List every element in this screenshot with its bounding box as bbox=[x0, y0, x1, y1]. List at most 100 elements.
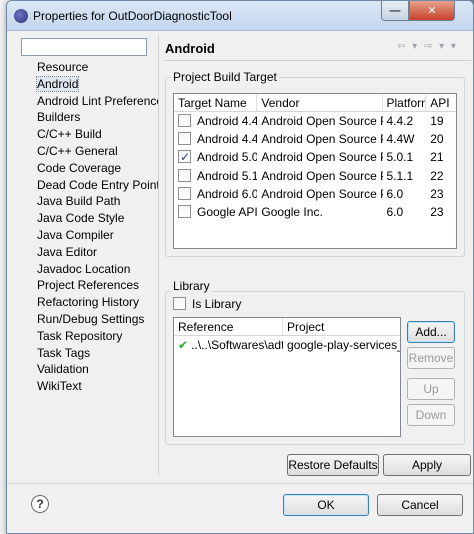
target-platform-cell: 6.0 bbox=[386, 204, 404, 219]
nav-item-run-debug-settings[interactable]: Run/Debug Settings bbox=[19, 311, 159, 328]
target-platform-cell: 4.4W bbox=[386, 132, 415, 147]
nav-item-task-repository[interactable]: Task Repository bbox=[19, 328, 159, 345]
title-separator bbox=[163, 60, 471, 61]
is-library-checkbox[interactable] bbox=[173, 297, 186, 310]
panel-sash[interactable] bbox=[158, 35, 162, 475]
target-checkbox[interactable] bbox=[178, 148, 191, 167]
valid-check-icon: ✔ bbox=[178, 338, 189, 352]
cancel-button[interactable]: Cancel bbox=[377, 494, 463, 516]
target-api-cell: 22 bbox=[430, 168, 444, 183]
nav-item-javadoc-location[interactable]: Javadoc Location bbox=[19, 261, 159, 278]
library-row[interactable]: ✔..\..\Softwares\adt-bundlegoogle-play-s… bbox=[174, 336, 400, 354]
library-group-label: Library bbox=[171, 279, 212, 293]
nav-item-label: Task Repository bbox=[37, 328, 123, 343]
nav-item-label: WikiText bbox=[37, 379, 82, 394]
table-row[interactable]: Android 4.4W Android Open Source Project 4… bbox=[174, 130, 456, 148]
ok-button[interactable]: OK bbox=[283, 494, 369, 516]
target-platform-cell: 5.0.1 bbox=[386, 150, 414, 165]
add-library-button[interactable]: Add... bbox=[407, 321, 455, 343]
nav-item-label: Android Lint Preferences bbox=[37, 93, 159, 108]
project-cell: google-play-services_lib bbox=[287, 338, 400, 352]
target-api-cell: 23 bbox=[430, 186, 444, 201]
target-name: Android 6.0 bbox=[197, 186, 258, 201]
nav-item-java-build-path[interactable]: Java Build Path bbox=[19, 193, 159, 210]
nav-item-c-c-general[interactable]: C/C++ General bbox=[19, 143, 159, 160]
nav-item-wikitext[interactable]: WikiText bbox=[19, 378, 159, 395]
target-vendor-cell: Android Open Source Project bbox=[261, 150, 382, 165]
nav-item-java-compiler[interactable]: Java Compiler bbox=[19, 227, 159, 244]
target-platform-cell: 6.0 bbox=[386, 186, 404, 201]
nav-item-label: Run/Debug Settings bbox=[37, 311, 145, 326]
down-button[interactable]: Down bbox=[407, 404, 455, 426]
table-row[interactable]: Google APIs Google Inc. 6.0 23 bbox=[174, 203, 456, 221]
nav-item-label: Dead Code Entry Points bbox=[37, 177, 159, 192]
column-api[interactable]: API bbox=[426, 94, 456, 111]
reference-path: ..\..\Softwares\adt-bundle bbox=[191, 338, 284, 352]
nav-item-label: Java Build Path bbox=[37, 194, 121, 209]
nav-item-code-coverage[interactable]: Code Coverage bbox=[19, 160, 159, 177]
target-api-cell: 23 bbox=[430, 204, 444, 219]
nav-item-dead-code-entry-points[interactable]: Dead Code Entry Points bbox=[19, 177, 159, 194]
up-button[interactable]: Up bbox=[407, 378, 455, 400]
nav-item-label: Java Editor bbox=[37, 244, 98, 259]
target-name-cell: Android 5.1.1 bbox=[174, 167, 257, 185]
table-row[interactable]: Android 5.0.1 Android Open Source Project… bbox=[174, 148, 456, 167]
column-platform[interactable]: Platform bbox=[383, 94, 427, 111]
nav-item-java-editor[interactable]: Java Editor bbox=[19, 244, 159, 261]
minimize-button[interactable]: — bbox=[381, 1, 409, 21]
table-row[interactable]: Android 6.0Android Open Source Project 6.… bbox=[174, 185, 456, 203]
history-nav-arrows[interactable]: ⇦ ▾ ⇨ ▾ ▾ bbox=[397, 41, 458, 52]
reference-cell: ✔..\..\Softwares\adt-bundle bbox=[174, 336, 283, 354]
target-checkbox[interactable] bbox=[178, 132, 191, 146]
nav-item-label: Refactoring History bbox=[37, 295, 140, 310]
nav-item-label: Java Compiler bbox=[37, 227, 114, 242]
close-button[interactable]: ✕ bbox=[409, 1, 455, 21]
target-name-cell: Google APIs bbox=[174, 203, 257, 221]
target-checkbox[interactable] bbox=[178, 204, 191, 218]
nav-item-c-c-build[interactable]: C/C++ Build bbox=[19, 126, 159, 143]
target-name: Android 5.0.1 bbox=[197, 150, 257, 165]
target-checkbox[interactable] bbox=[178, 114, 191, 127]
nav-item-label: Validation bbox=[37, 362, 89, 377]
properties-dialog: Properties for OutDoorDiagnosticTool — ✕… bbox=[6, 0, 474, 534]
nav-item-resource[interactable]: Resource bbox=[19, 59, 159, 76]
target-checkbox[interactable] bbox=[178, 186, 191, 200]
filter-input[interactable] bbox=[21, 38, 147, 56]
nav-item-refactoring-history[interactable]: Refactoring History bbox=[19, 294, 159, 311]
nav-item-project-references[interactable]: Project References bbox=[19, 277, 159, 294]
target-vendor-cell: Google Inc. bbox=[261, 204, 323, 219]
restore-defaults-button[interactable]: Restore Defaults bbox=[287, 454, 379, 476]
nav-item-label: Android bbox=[35, 75, 80, 92]
nav-item-builders[interactable]: Builders bbox=[19, 109, 159, 126]
column-reference[interactable]: Reference bbox=[174, 318, 284, 335]
title-bar[interactable]: Properties for OutDoorDiagnosticTool — ✕ bbox=[7, 1, 473, 31]
nav-item-android-lint-preferences[interactable]: Android Lint Preferences bbox=[19, 93, 159, 110]
window-title: Properties for OutDoorDiagnosticTool bbox=[33, 9, 232, 23]
build-target-table: Target Name Vendor Platform API Android … bbox=[173, 93, 457, 249]
nav-item-label: Javadoc Location bbox=[37, 261, 131, 276]
is-library-checkbox-row[interactable]: Is Library bbox=[173, 297, 241, 311]
nav-item-label: Task Tags bbox=[37, 345, 91, 360]
target-api-cell: 20 bbox=[430, 132, 444, 147]
nav-item-android[interactable]: Android bbox=[19, 75, 159, 93]
remove-library-button[interactable]: Remove bbox=[407, 347, 455, 369]
table-row[interactable]: Android 4.4.2 Android Open Source Project… bbox=[174, 112, 456, 130]
target-checkbox[interactable] bbox=[178, 168, 191, 182]
nav-item-java-code-style[interactable]: Java Code Style bbox=[19, 210, 159, 227]
build-target-table-header: Target Name Vendor Platform API bbox=[174, 94, 456, 112]
target-name-cell: Android 6.0 bbox=[174, 185, 257, 203]
build-target-rows: Android 4.4.2 Android Open Source Project… bbox=[174, 112, 456, 221]
target-vendor-cell: Android Open Source Project bbox=[261, 168, 382, 183]
target-name: Android 4.4.2 bbox=[197, 114, 257, 128]
table-row[interactable]: Android 5.1.1 Android Open Source Project… bbox=[174, 167, 456, 185]
eclipse-icon bbox=[14, 9, 28, 23]
nav-item-validation[interactable]: Validation bbox=[19, 361, 159, 378]
library-rows: ✔..\..\Softwares\adt-bundlegoogle-play-s… bbox=[174, 336, 400, 354]
column-project[interactable]: Project bbox=[283, 318, 400, 335]
nav-item-label: C/C++ General bbox=[37, 143, 118, 158]
help-icon[interactable]: ? bbox=[31, 495, 49, 513]
column-target-name[interactable]: Target Name bbox=[174, 94, 258, 111]
apply-button[interactable]: Apply bbox=[383, 454, 471, 476]
nav-item-task-tags[interactable]: Task Tags bbox=[19, 345, 159, 362]
column-vendor[interactable]: Vendor bbox=[257, 94, 383, 111]
